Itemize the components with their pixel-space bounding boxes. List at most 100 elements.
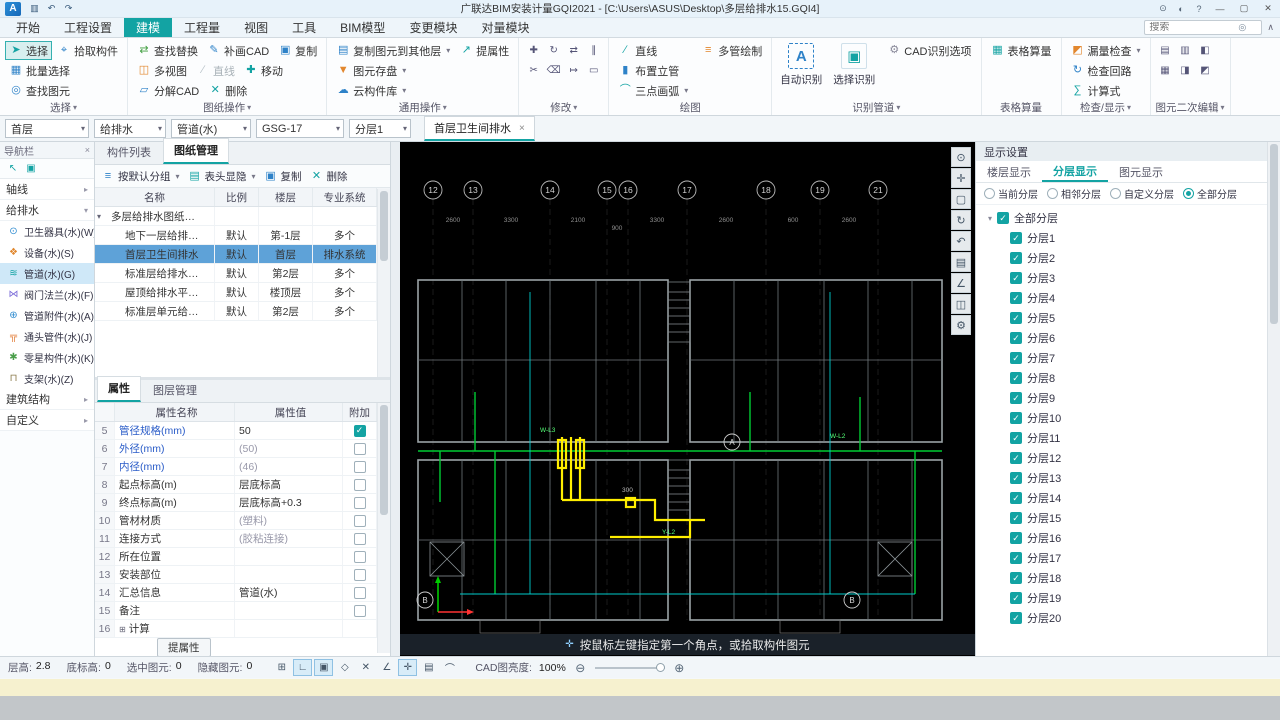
layer-checkbox[interactable] — [1010, 292, 1022, 304]
sheet-row[interactable]: 地下一层给排… 默认 第-1层 多个 — [95, 226, 390, 245]
copy-button[interactable]: ▣ 复制 — [274, 41, 321, 60]
attach-checkbox[interactable] — [353, 604, 366, 617]
delete-button[interactable]: ✕ 删除 — [204, 81, 251, 100]
radio-current-layer[interactable]: 当前分层 — [984, 186, 1038, 201]
save-icon[interactable]: ▥ — [26, 0, 43, 17]
nav-item-pipe-fitting[interactable]: ╦ 通头管件(水)(J) — [0, 326, 94, 347]
nav-section-plumbing[interactable]: 给排水 ▾ — [0, 200, 94, 221]
layer-row[interactable]: 分层1 — [976, 228, 1267, 248]
extract-properties-button[interactable]: 提属性 — [157, 638, 211, 657]
nav-section-structure[interactable]: 建筑结构 ▸ — [0, 389, 94, 410]
previous-view-icon[interactable]: ↶ — [951, 231, 971, 251]
cross-select-icon[interactable]: ✕ — [356, 659, 375, 676]
cad-options-button[interactable]: ⚙ CAD识别选项 — [883, 41, 975, 60]
layer-row[interactable]: 分层16 — [976, 528, 1267, 548]
tab-component-list[interactable]: 构件列表 — [97, 141, 161, 164]
layer-checkbox[interactable] — [1010, 372, 1022, 384]
skin-icon[interactable]: ◐ — [1172, 0, 1190, 17]
elevation-icon[interactable]: ◨ — [1176, 61, 1195, 80]
layer-row[interactable]: 分层12 — [976, 448, 1267, 468]
nav-item-misc-component[interactable]: ✱ 零星构件(水)(K) — [0, 347, 94, 368]
close-drawing-icon[interactable]: × — [519, 123, 525, 134]
layer-row[interactable]: 分层15 — [976, 508, 1267, 528]
patch-cad-button[interactable]: ✎ 补画CAD — [203, 41, 273, 60]
property-row[interactable]: 12 所在位置 — [95, 548, 390, 566]
view-settings-icon[interactable]: ⚙ — [951, 315, 971, 335]
offset-icon[interactable]: ∥ — [584, 41, 603, 60]
tab-floor-display[interactable]: 楼层显示 — [976, 161, 1042, 182]
ribbon-group-modify-label[interactable]: 修改 — [524, 100, 603, 115]
cad-canvas[interactable]: 12 13 14 15 16 17 18 19 21 2600 3300 210… — [400, 142, 975, 656]
attach-checkbox[interactable] — [353, 478, 366, 491]
rotate-icon[interactable]: ↻ — [544, 41, 563, 60]
close-nav-icon[interactable]: × — [85, 145, 90, 155]
layer-row[interactable]: 分层11 — [976, 428, 1267, 448]
tab-element-display[interactable]: 图元显示 — [1108, 161, 1174, 182]
tab-bim-model[interactable]: BIM模型 — [328, 18, 397, 37]
tab-start[interactable]: 开始 — [4, 18, 52, 37]
tab-quantities[interactable]: 工程量 — [172, 18, 232, 37]
layer-row[interactable]: 分层9 — [976, 388, 1267, 408]
tab-modeling[interactable]: 建模 — [124, 18, 173, 37]
sheet-scrollbar[interactable] — [377, 189, 390, 377]
layer-row[interactable]: 分层4 — [976, 288, 1267, 308]
dock-icon[interactable]: ↖ — [4, 160, 22, 177]
layer-select[interactable]: 分层1 ▾ — [349, 119, 411, 138]
nav-section-axis[interactable]: 轴线 ▸ — [0, 179, 94, 200]
move-icon[interactable]: ✚ — [524, 41, 543, 60]
property-row[interactable]: 11 连接方式 (胶粘连接) — [95, 530, 390, 548]
properties-scrollbar[interactable] — [377, 403, 390, 653]
layer-row[interactable]: 分层14 — [976, 488, 1267, 508]
property-row[interactable]: 5 管径规格(mm) 50 — [95, 422, 390, 440]
property-row[interactable]: 9 终点标高(m) 层底标高+0.3 — [95, 494, 390, 512]
layer-checkbox[interactable] — [1010, 272, 1022, 284]
layer-checkbox[interactable] — [1010, 352, 1022, 364]
property-row[interactable]: 14 汇总信息 管道(水) — [95, 584, 390, 602]
brightness-minus-button[interactable]: ⊖ — [573, 660, 588, 675]
close-button[interactable]: ✕ — [1256, 0, 1280, 17]
nav-item-pipe[interactable]: ≋ 管道(水)(G) — [0, 263, 94, 284]
layer-row[interactable]: 分层17 — [976, 548, 1267, 568]
panel-icon[interactable]: ▣ — [22, 160, 40, 177]
arc3-button[interactable]: ⌒ 三点画弧 — [614, 81, 692, 100]
header-visibility-button[interactable]: ▤ 表头显隐 — [188, 169, 256, 184]
collapse-ribbon-icon[interactable]: ∧ — [1267, 22, 1274, 33]
break-icon[interactable]: ▭ — [584, 61, 603, 80]
ribbon-group-sheet-ops-label[interactable]: 图纸操作 — [133, 100, 321, 115]
help-icon[interactable]: ? — [1190, 0, 1208, 17]
layer-row[interactable]: 分层5 — [976, 308, 1267, 328]
measure-icon[interactable]: ∠ — [951, 273, 971, 293]
layer-row[interactable]: 分层7 — [976, 348, 1267, 368]
sheet-row[interactable]: 标准层给排水… 默认 第2层 多个 — [95, 264, 390, 283]
nav-item-pipe-accessory[interactable]: ⊕ 管道附件(水)(A) — [0, 305, 94, 326]
explode-cad-button[interactable]: ▱ 分解CAD — [133, 81, 203, 100]
extract-props-button[interactable]: ↗ 提属性 — [455, 41, 513, 60]
nav-item-equipment[interactable]: ❖ 设备(水)(S) — [0, 242, 94, 263]
loop-check-button[interactable]: ↻ 检查回路 — [1067, 61, 1145, 80]
attach-checkbox[interactable] — [353, 568, 366, 581]
redo-icon[interactable]: ↷ — [60, 0, 77, 17]
snapshot-icon[interactable]: ◫ — [951, 294, 971, 314]
line-disabled-button[interactable]: ∕ 直线 — [192, 61, 239, 80]
trim-icon[interactable]: ✂ — [524, 61, 543, 80]
table-calc-button[interactable]: ▦ 表格算量 — [987, 41, 1056, 60]
layer-checkbox[interactable] — [1010, 552, 1022, 564]
extend-icon[interactable]: ↦ — [564, 61, 583, 80]
zoom-icon[interactable]: ⊙ — [951, 147, 971, 167]
layer-row[interactable]: 分层10 — [976, 408, 1267, 428]
property-row[interactable]: 8 起点标高(m) 层底标高 — [95, 476, 390, 494]
merge-icon[interactable]: ▤ — [1156, 41, 1175, 60]
minimize-button[interactable]: — — [1208, 0, 1232, 17]
layer-checkbox[interactable] — [1010, 492, 1022, 504]
attach-checkbox[interactable] — [353, 514, 366, 527]
property-row[interactable]: 13 安装部位 — [95, 566, 390, 584]
layer-row[interactable]: 分层2 — [976, 248, 1267, 268]
floor-select[interactable]: 首层 ▾ — [5, 119, 89, 138]
rotate-view-icon[interactable]: ↻ — [951, 210, 971, 230]
property-row[interactable]: 7 内径(mm) (46) — [95, 458, 390, 476]
copy-sheet-button[interactable]: ▣ 复制 — [264, 169, 301, 184]
swap-icon[interactable]: ◩ — [1196, 61, 1215, 80]
calc-expression-button[interactable]: ∑ 计算式 — [1067, 81, 1145, 100]
layer-checkbox[interactable] — [1010, 232, 1022, 244]
tab-view[interactable]: 视图 — [232, 18, 280, 37]
